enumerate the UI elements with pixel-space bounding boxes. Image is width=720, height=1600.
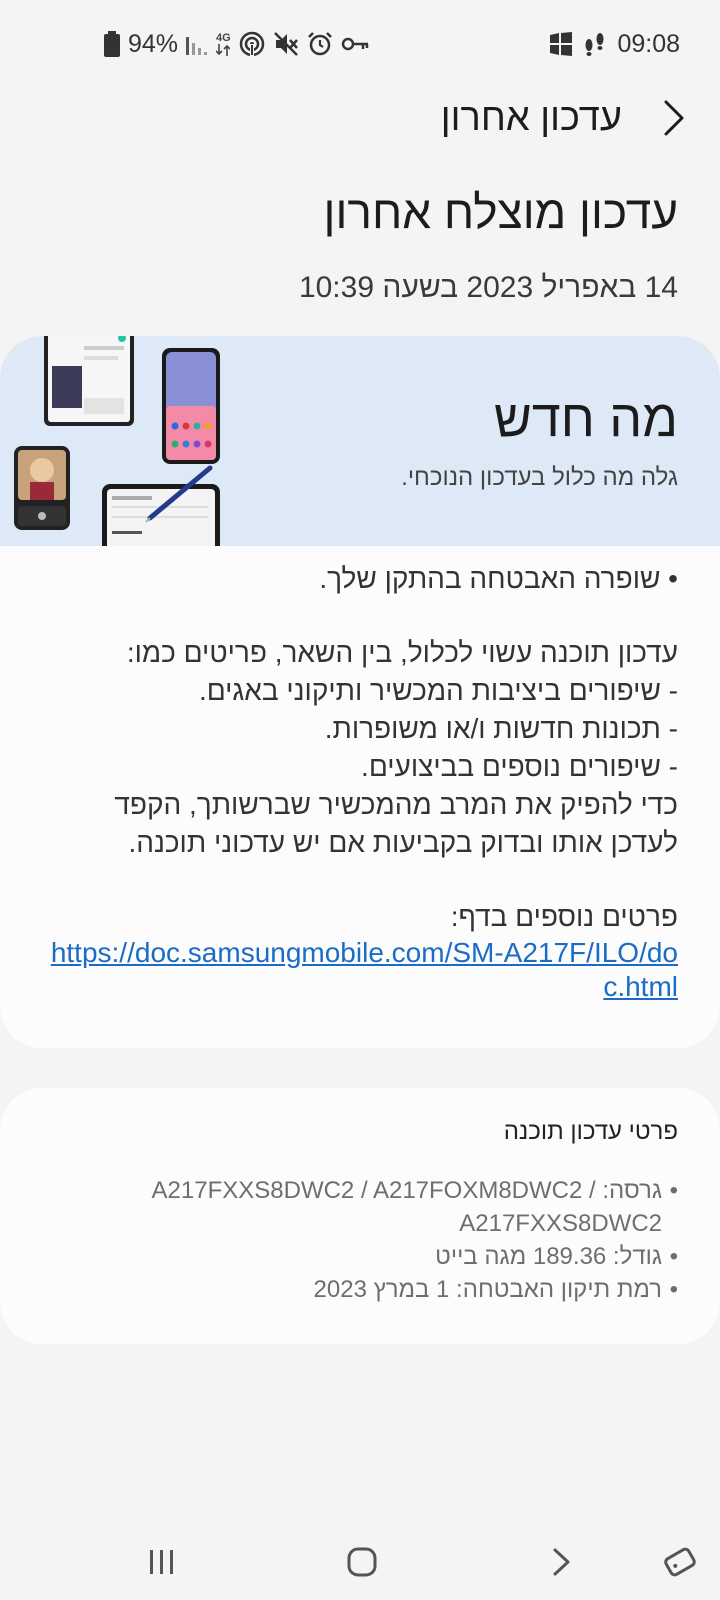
mute-icon: [273, 31, 299, 57]
recents-button[interactable]: [134, 1534, 190, 1590]
signal-icon: [186, 33, 208, 55]
network-type: 4G: [216, 31, 231, 44]
software-details-card: פרטי עדכון תוכנה • גרסה: A217FXXS8DWC2 / …: [0, 1088, 720, 1344]
status-left-group: 94% 4G: [104, 26, 369, 62]
whats-new-card: מה חדש גלה מה כלול בעדכון הנוכחי. • שופר…: [0, 336, 720, 1048]
status-right-group: 09:08: [549, 26, 680, 62]
devices-illustration: [14, 336, 220, 546]
update-item: - שיפורים נוספים בביצועים.: [361, 751, 678, 782]
header-title: עדכון אחרון: [440, 97, 622, 139]
notification-app-icon: [549, 32, 573, 56]
navigation-bar: [0, 1520, 720, 1600]
whats-new-banner: מה חדש גלה מה כלול בעדכון הנוכחי.: [0, 336, 720, 546]
more-details-label: פרטים נוספים בדף:: [450, 901, 678, 932]
update-item: - תכונות חדשות ו/או משופרות.: [324, 713, 678, 744]
battery-icon: [104, 31, 120, 57]
status-bar: 94% 4G 09:08: [0, 0, 720, 88]
update-advice: כדי להפיק את המרב מהמכשיר שברשותך, הקפד: [114, 789, 678, 820]
version-text: גרסה: A217FXXS8DWC2 / A217FOXM8DWC2 / A2…: [151, 1177, 662, 1237]
battery-percent: 94%: [128, 29, 179, 58]
chevron-right-icon: [664, 100, 684, 136]
nav-back-button[interactable]: [534, 1534, 590, 1590]
whats-new-body: • שופרה האבטחה בהתקן שלך. עדכון תוכנה עש…: [38, 560, 678, 1004]
software-details-list: • גרסה: A217FXXS8DWC2 / A217FOXM8DWC2 / A…: [118, 1174, 678, 1306]
more-details-link[interactable]: https://doc.samsungmobile.com/SM-A217F/I…: [48, 936, 678, 1004]
size-text: גודל: 189.36 מגה בייט: [435, 1243, 662, 1270]
nav-back-icon: [553, 1548, 570, 1576]
status-time: 09:08: [617, 29, 680, 58]
whats-new-subtitle: גלה מה כלול בעדכון הנוכחי.: [401, 464, 678, 491]
update-page: 94% 4G 09:08 עדכון אחרון עדכון מוצלח אחר…: [0, 0, 720, 1600]
security-patch-text: רמת תיקון האבטחה: 1 במרץ 2023: [313, 1276, 662, 1303]
home-icon: [347, 1547, 377, 1577]
recents-icon: [150, 1550, 173, 1574]
back-button[interactable]: [650, 94, 698, 142]
last-update-title: עדכון מוצלח אחרון: [323, 186, 678, 238]
update-intro: עדכון תוכנה עשוי לכלול, בין השאר, פריטים…: [126, 637, 678, 668]
rotate-icon: [664, 1547, 696, 1577]
vpn-key-icon: [341, 34, 369, 54]
app-header: עדכון אחרון: [0, 86, 720, 150]
detail-security-patch: • רמת תיקון האבטחה: 1 במרץ 2023: [118, 1273, 678, 1306]
hotspot-icon: [239, 31, 265, 57]
rotate-button[interactable]: [652, 1534, 708, 1590]
detail-size: • גודל: 189.36 מגה בייט: [118, 1240, 678, 1273]
network-4g-icon: 4G: [216, 31, 231, 56]
security-bullet: • שופרה האבטחה בהתקן שלך.: [319, 563, 678, 594]
last-update-date: 14 באפריל 2023 בשעה 10:39: [298, 271, 678, 304]
update-advice: לעדכן אותו ובדוק בקביעות אם יש עדכוני תו…: [128, 827, 678, 858]
footsteps-icon: [583, 31, 607, 57]
detail-version: • גרסה: A217FXXS8DWC2 / A217FOXM8DWC2 / A…: [118, 1174, 678, 1240]
update-item: - שיפורים ביציבות המכשיר ותיקוני באגים.: [198, 675, 678, 706]
software-details-title: פרטי עדכון תוכנה: [503, 1118, 678, 1145]
home-button[interactable]: [334, 1534, 390, 1590]
alarm-icon: [307, 31, 333, 57]
whats-new-title: מה חדש: [493, 390, 678, 448]
